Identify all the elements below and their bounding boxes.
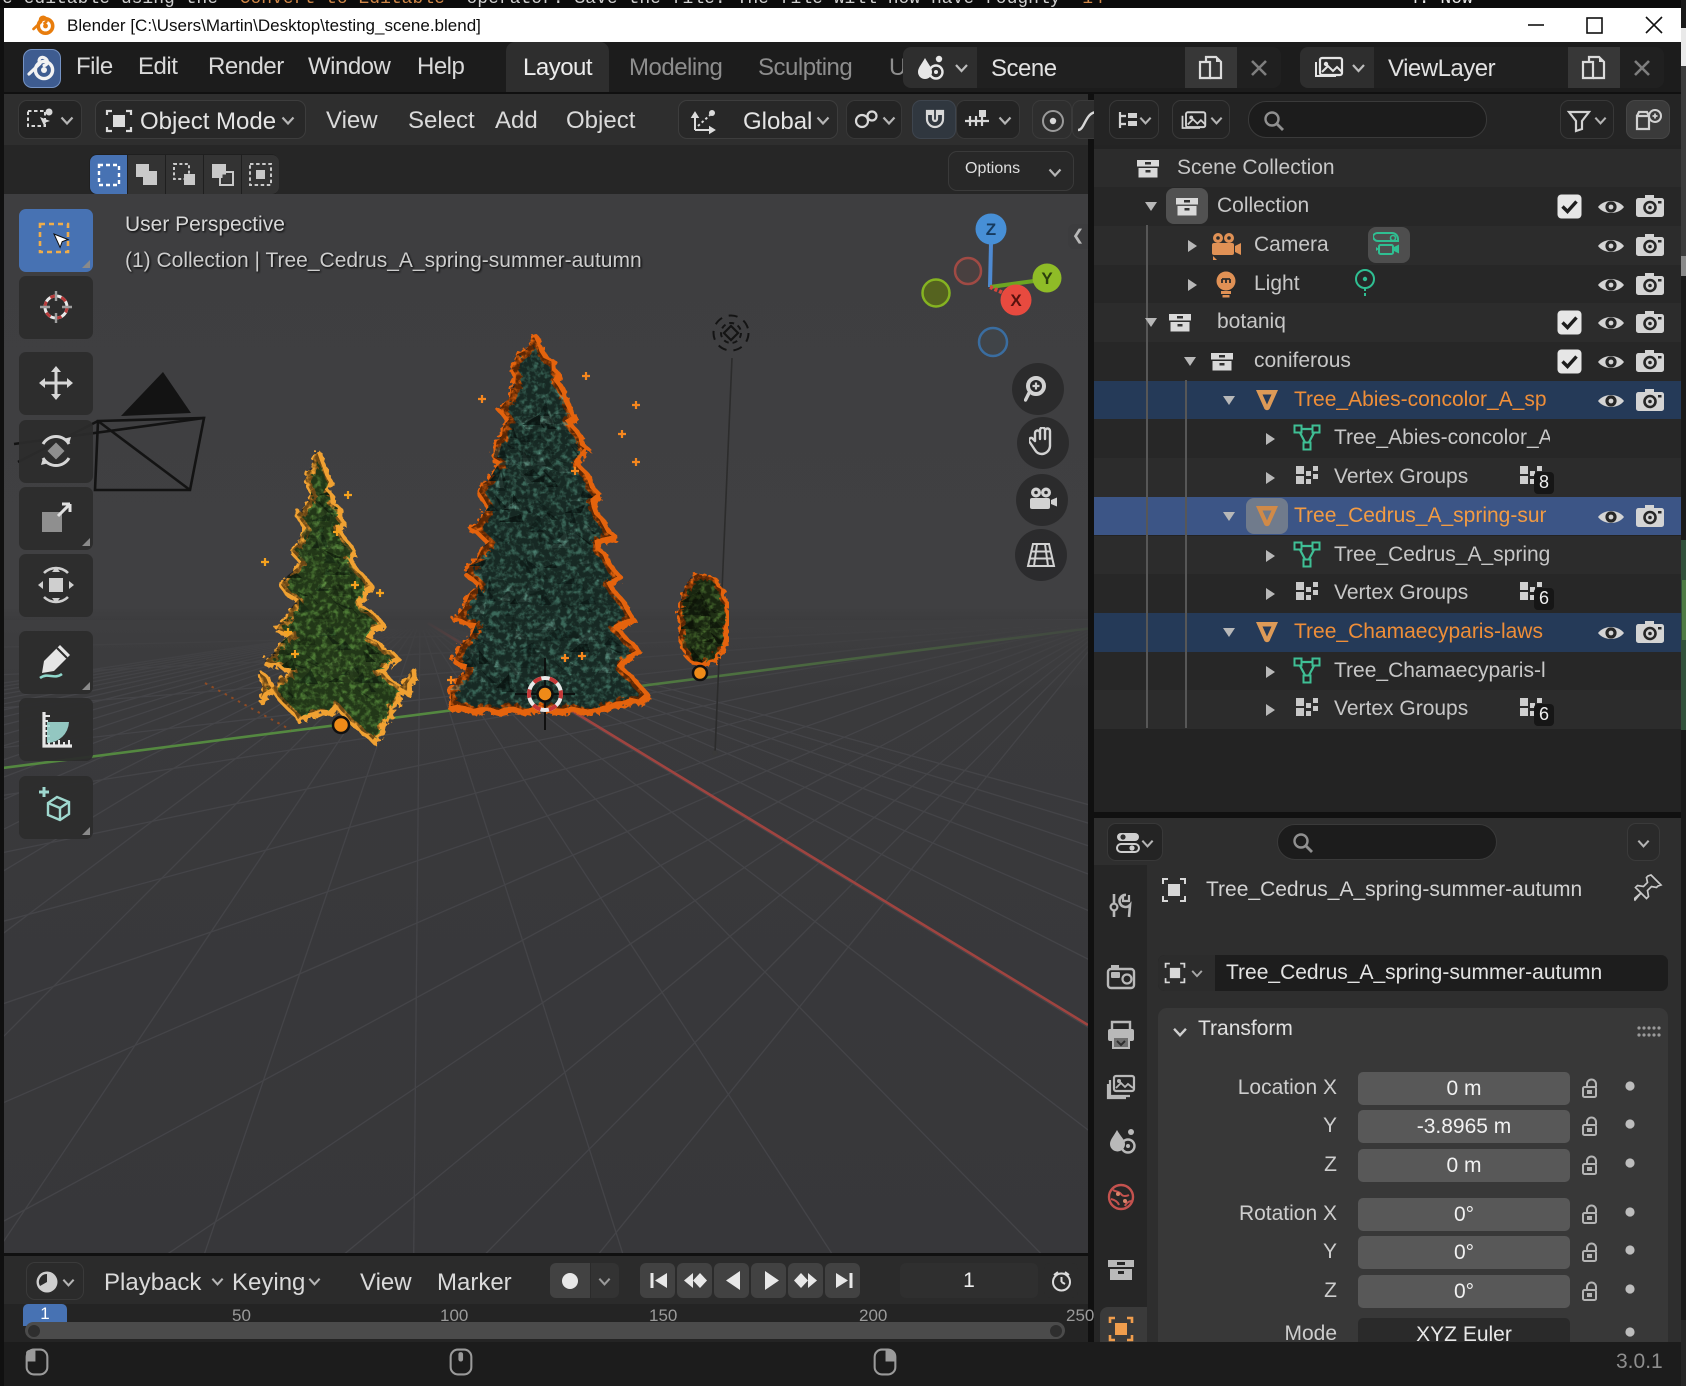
svg-text:Z: Z — [986, 220, 996, 239]
svg-text:X: X — [1010, 291, 1022, 310]
svg-text:Y: Y — [1041, 269, 1053, 288]
